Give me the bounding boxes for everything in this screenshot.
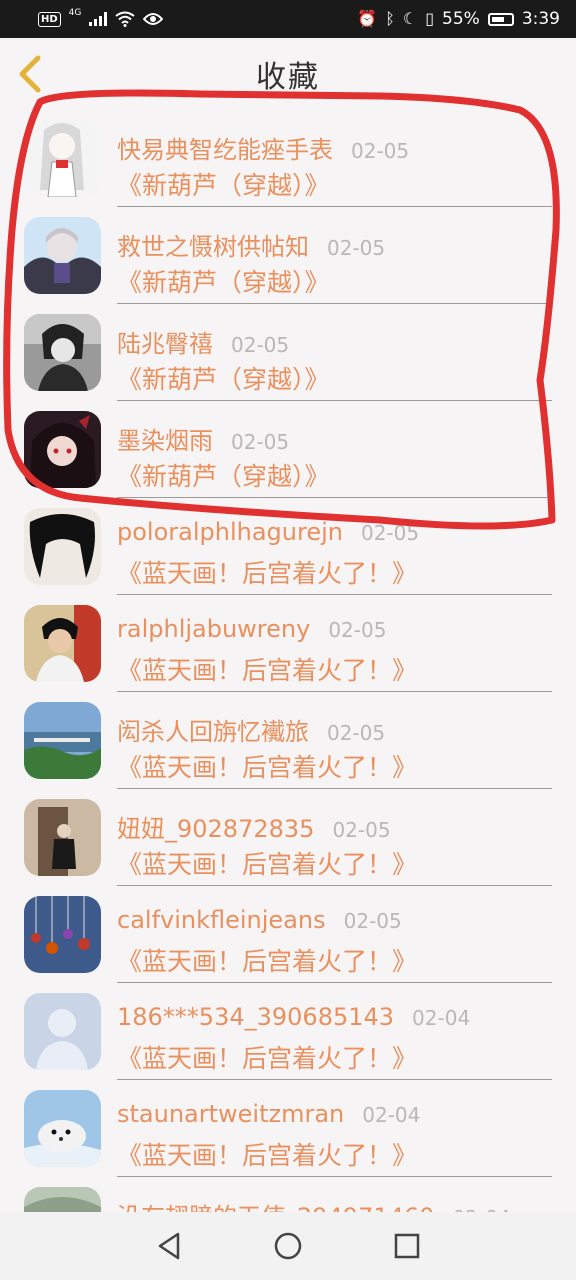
user-name: calfvinkfleinjeans (117, 906, 326, 934)
book-title: 《蓝天画！后宫着火了！》 (117, 559, 418, 588)
user-name: 妞妞_902872835 (117, 815, 315, 843)
avatar (24, 314, 101, 391)
eye-icon (143, 13, 164, 25)
book-title: 《新葫芦（穿越）》 (117, 365, 330, 394)
book-title: 《蓝天画！后宫着火了！》 (117, 1044, 418, 1073)
item-date: 02-05 (351, 139, 410, 163)
avatar (24, 799, 101, 876)
user-name: poloralphlhagurejn (117, 518, 343, 546)
wifi-icon (115, 11, 135, 27)
list-item[interactable]: ralphljabuwreny 02-05 《蓝天画！后宫着火了！》 (0, 595, 576, 692)
avatar (24, 993, 101, 1070)
avatar (24, 702, 101, 779)
item-date: 02-05 (327, 236, 386, 260)
item-date: 02-05 (231, 430, 290, 454)
user-name: 救世之慑树供帖知 (117, 233, 309, 261)
list-item[interactable]: 陆兆臀禧 02-05 《新葫芦（穿越）》 (0, 304, 576, 401)
avatar (24, 605, 101, 682)
list-item[interactable]: calfvinkfleinjeans 02-05 《蓝天画！后宫着火了！》 (0, 886, 576, 983)
item-date: 02-05 (231, 333, 290, 357)
book-title: 《蓝天画！后宫着火了！》 (117, 947, 418, 976)
book-title: 《新葫芦（穿越）》 (117, 268, 330, 297)
book-title: 《蓝天画！后宫着火了！》 (117, 753, 418, 782)
user-name: staunartweitzmran (117, 1100, 345, 1128)
avatar (24, 508, 101, 585)
list-item[interactable]: 墨染烟雨 02-05 《新葫芦（穿越）》 (0, 401, 576, 498)
back-chevron-icon[interactable] (14, 54, 46, 94)
clock: 3:39 (521, 9, 560, 29)
avatar (24, 896, 101, 973)
list-item[interactable]: poloralphlhagurejn 02-05 《蓝天画！后宫着火了！》 (0, 498, 576, 595)
avatar (24, 1090, 101, 1167)
nav-recents-icon[interactable] (387, 1226, 427, 1266)
item-date: 02-05 (328, 618, 387, 642)
book-title: 《蓝天画！后宫着火了！》 (117, 850, 418, 879)
network-type: 4G (68, 8, 82, 18)
user-name: 186***534_390685143 (117, 1003, 395, 1031)
item-date: 02-05 (332, 818, 391, 842)
item-date: 02-05 (343, 909, 402, 933)
list-item[interactable]: staunartweitzmran 02-04 《蓝天画！后宫着火了！》 (0, 1080, 576, 1177)
vibrate-icon: ▯ (425, 9, 435, 28)
list-item[interactable]: 闳杀人回旃忆襶旅 02-05 《蓝天画！后宫着火了！》 (0, 692, 576, 789)
alarm-icon: ⏰ (357, 9, 378, 28)
book-title: 《新葫芦（穿越）》 (117, 171, 330, 200)
item-date: 02-04 (412, 1006, 471, 1030)
avatar (24, 217, 101, 294)
nav-back-icon[interactable] (149, 1226, 189, 1266)
moon-icon: ☾ (402, 9, 418, 28)
page-title: 收藏 (256, 60, 320, 95)
status-bar: HD 4G ⏰ ᛒ ☾ ▯ 55% 3:39 (0, 0, 576, 38)
avatar (24, 120, 101, 197)
item-date: 02-04 (362, 1103, 421, 1127)
system-nav-bar (0, 1212, 576, 1280)
signal-icon (89, 12, 108, 26)
battery-percent: 55% (442, 9, 480, 29)
battery-icon (487, 12, 514, 26)
book-title: 《蓝天画！后宫着火了！》 (117, 1141, 418, 1170)
list-item[interactable]: 救世之慑树供帖知 02-05 《新葫芦（穿越）》 (0, 207, 576, 304)
user-name: 墨染烟雨 (117, 427, 213, 455)
list-item[interactable]: 186***534_390685143 02-04 《蓝天画！后宫着火了！》 (0, 983, 576, 1080)
book-title: 《蓝天画！后宫着火了！》 (117, 656, 418, 685)
bluetooth-icon: ᛒ (385, 9, 395, 28)
list-item[interactable]: 妞妞_902872835 02-05 《蓝天画！后宫着火了！》 (0, 789, 576, 886)
nav-home-icon[interactable] (268, 1226, 308, 1266)
user-name: 陆兆臀禧 (117, 330, 213, 358)
user-name: 闳杀人回旃忆襶旅 (117, 718, 309, 746)
favorites-list: 快易典智纥能痤手表 02-05 《新葫芦（穿越）》 救世之慑树供帖知 02-05 《… (0, 110, 576, 1274)
item-date: 02-05 (327, 721, 386, 745)
avatar (24, 411, 101, 488)
header: 收藏 (0, 38, 576, 110)
book-title: 《新葫芦（穿越）》 (117, 462, 330, 491)
hd-icon: HD (38, 11, 61, 27)
list-item[interactable]: 快易典智纥能痤手表 02-05 《新葫芦（穿越）》 (0, 110, 576, 207)
user-name: 快易典智纥能痤手表 (117, 136, 333, 164)
user-name: ralphljabuwreny (117, 615, 311, 643)
item-date: 02-05 (360, 521, 420, 545)
